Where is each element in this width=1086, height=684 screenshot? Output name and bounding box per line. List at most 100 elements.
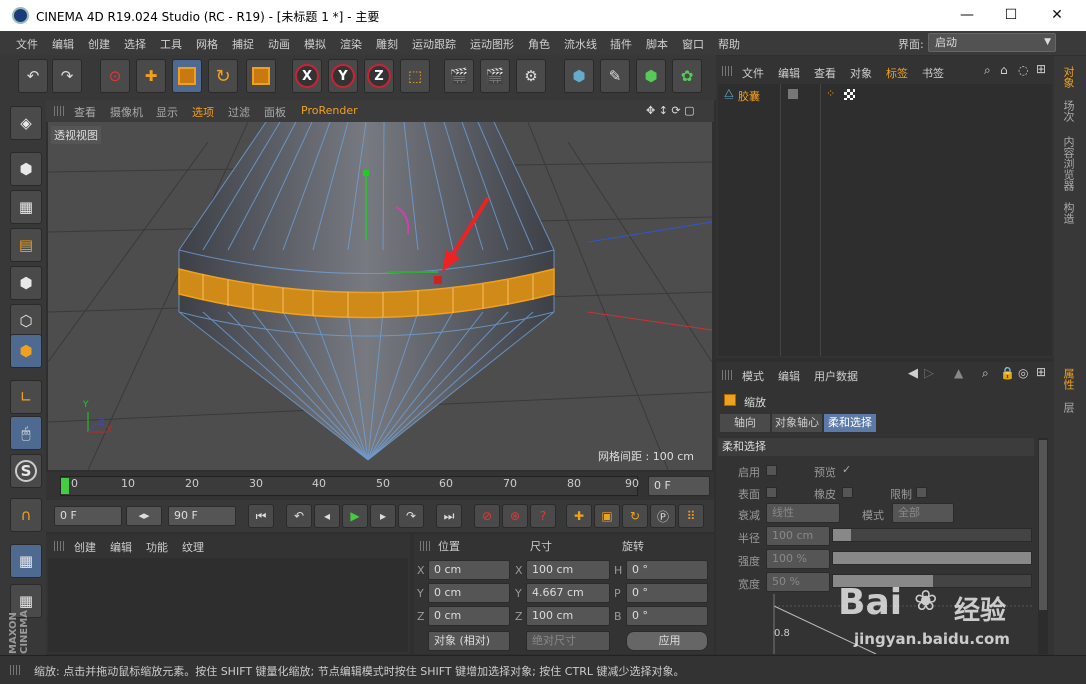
rubber-checkbox[interactable]: [842, 487, 853, 498]
side-tab-structure[interactable]: 构造: [1060, 202, 1076, 224]
mode-select[interactable]: 全部: [892, 503, 954, 523]
size-mode-select[interactable]: 绝对尺寸: [526, 631, 610, 651]
tag-phong-icon[interactable]: ⁘: [826, 87, 835, 100]
menu-tools[interactable]: 工具: [160, 36, 182, 52]
coordinate-system-button[interactable]: ⬚: [400, 59, 430, 93]
next-frame-button[interactable]: ▸: [370, 504, 396, 528]
object-list[interactable]: ⧋ 胶囊 ⁘: [718, 84, 1052, 356]
start-frame-field[interactable]: 0 F: [54, 506, 122, 526]
x-gizmo-handle[interactable]: [434, 276, 442, 284]
rotate-tool-button[interactable]: ↻: [208, 59, 238, 93]
objmgr-menu-edit[interactable]: 编辑: [778, 65, 800, 81]
live-selection-button[interactable]: ⊙: [100, 59, 130, 93]
close-button[interactable]: ✕: [1034, 0, 1080, 31]
menu-select[interactable]: 选择: [124, 36, 146, 52]
subdivision-button[interactable]: ⬢: [636, 59, 666, 93]
falloff-select[interactable]: 线性: [766, 503, 840, 523]
autokey-button[interactable]: ⊛: [502, 504, 528, 528]
keyframe-help-button[interactable]: ?: [530, 504, 556, 528]
edges-mode-button[interactable]: ⬡: [10, 304, 42, 338]
key-parameter-button[interactable]: Ⓟ: [650, 504, 676, 528]
menu-mograph[interactable]: 运动图形: [470, 36, 514, 52]
layout-select[interactable]: 启动 ▼: [928, 33, 1056, 52]
new-panel-icon[interactable]: ⊞: [1036, 62, 1046, 76]
menu-animate[interactable]: 动画: [268, 36, 290, 52]
limit-checkbox[interactable]: [916, 487, 927, 498]
pen-button[interactable]: ✎: [600, 59, 630, 93]
objmgr-menu-view[interactable]: 查看: [814, 65, 836, 81]
objmgr-menu-bookmarks[interactable]: 书签: [922, 65, 944, 81]
home-icon[interactable]: ⌂: [1000, 63, 1008, 77]
surface-checkbox[interactable]: [766, 487, 777, 498]
magnet-button[interactable]: ∩: [10, 498, 42, 532]
undo-button[interactable]: ↶: [18, 59, 48, 93]
menu-mesh[interactable]: 网格: [196, 36, 218, 52]
position-z-field[interactable]: 0 cm: [428, 606, 510, 626]
lock-x-button[interactable]: X: [292, 59, 322, 93]
menu-snap[interactable]: 捕捉: [232, 36, 254, 52]
snap-button[interactable]: S: [10, 454, 42, 488]
go-to-start-button[interactable]: ⏮: [248, 504, 274, 528]
up-arrow-icon[interactable]: ▲: [954, 366, 963, 380]
coord-mode-select[interactable]: 对象 (相对): [428, 631, 510, 651]
menu-file[interactable]: 文件: [16, 36, 38, 52]
menu-simulate[interactable]: 模拟: [304, 36, 326, 52]
record-button[interactable]: ⊘: [474, 504, 500, 528]
size-z-field[interactable]: 100 cm: [526, 606, 610, 626]
menu-plugins[interactable]: 插件: [610, 36, 632, 52]
model-mode-button[interactable]: ⬢: [10, 152, 42, 186]
object-row[interactable]: ⧋ 胶囊 ⁘: [718, 86, 1052, 104]
key-scale-button[interactable]: ▣: [594, 504, 620, 528]
viewport-menu-camera[interactable]: 摄像机: [110, 104, 143, 120]
tab-soft-selection[interactable]: 柔和选择: [824, 414, 876, 432]
rotation-h-field[interactable]: 0 °: [626, 560, 708, 580]
attr-menu-userdata[interactable]: 用户数据: [814, 368, 858, 384]
side-tab-layers[interactable]: 层: [1060, 402, 1076, 413]
size-x-field[interactable]: 100 cm: [526, 560, 610, 580]
key-pla-button[interactable]: ⠿: [678, 504, 704, 528]
menu-help[interactable]: 帮助: [718, 36, 740, 52]
side-tab-takes[interactable]: 场次: [1060, 100, 1076, 122]
menu-pipeline[interactable]: 流水线: [564, 36, 597, 52]
attr-menu-mode[interactable]: 模式: [742, 368, 764, 384]
menu-create[interactable]: 创建: [88, 36, 110, 52]
lock-y-button[interactable]: Y: [328, 59, 358, 93]
apply-button[interactable]: 应用: [626, 631, 708, 651]
tab-object-axis[interactable]: 对象轴心: [772, 414, 822, 432]
strength-slider[interactable]: [832, 551, 1032, 565]
maximize-button[interactable]: ☐: [988, 0, 1034, 31]
material-tab-function[interactable]: 功能: [146, 539, 168, 555]
recent-tool-button[interactable]: [246, 59, 276, 93]
current-frame-field[interactable]: 0 F: [648, 476, 710, 496]
timeline-track[interactable]: 0 10 20 30 40 50 60 70 80 90: [60, 476, 639, 496]
rotation-b-field[interactable]: 0 °: [626, 606, 708, 626]
menu-motion-tracking[interactable]: 运动跟踪: [412, 36, 456, 52]
lock-z-button[interactable]: Z: [364, 59, 394, 93]
forward-arrow-icon[interactable]: ▷: [924, 366, 934, 381]
texture-mode-button[interactable]: ▦: [10, 190, 42, 224]
next-key-button[interactable]: ↷: [398, 504, 424, 528]
enable-checkbox[interactable]: [766, 465, 777, 476]
visibility-toggle[interactable]: [788, 89, 798, 99]
menu-script[interactable]: 脚本: [646, 36, 668, 52]
y-gizmo-handle[interactable]: [363, 170, 369, 176]
object-name[interactable]: 胶囊: [738, 88, 760, 104]
menu-window[interactable]: 窗口: [682, 36, 704, 52]
eye-icon[interactable]: ◌: [1018, 63, 1028, 77]
tag-texture-icon[interactable]: [844, 89, 855, 100]
viewport-menu-options[interactable]: 选项: [192, 104, 214, 120]
workplane-button[interactable]: ▤: [10, 228, 42, 262]
polygons-mode-button[interactable]: ⬢: [10, 334, 42, 368]
make-editable-button[interactable]: ◈: [10, 106, 42, 140]
go-to-end-button[interactable]: ⏭: [436, 504, 462, 528]
render-picture-viewer-button[interactable]: 🎬: [480, 59, 510, 93]
objmgr-menu-object[interactable]: 对象: [850, 65, 872, 81]
render-settings-button[interactable]: ⚙: [516, 59, 546, 93]
key-rotation-button[interactable]: ↻: [622, 504, 648, 528]
width-field[interactable]: 50 %: [766, 572, 830, 592]
position-y-field[interactable]: 0 cm: [428, 583, 510, 603]
scale-tool-button[interactable]: [172, 59, 202, 93]
viewport-menu-prorender[interactable]: ProRender: [301, 104, 358, 117]
radius-slider[interactable]: [832, 528, 1032, 542]
new-panel-icon[interactable]: ⊞: [1036, 365, 1046, 379]
